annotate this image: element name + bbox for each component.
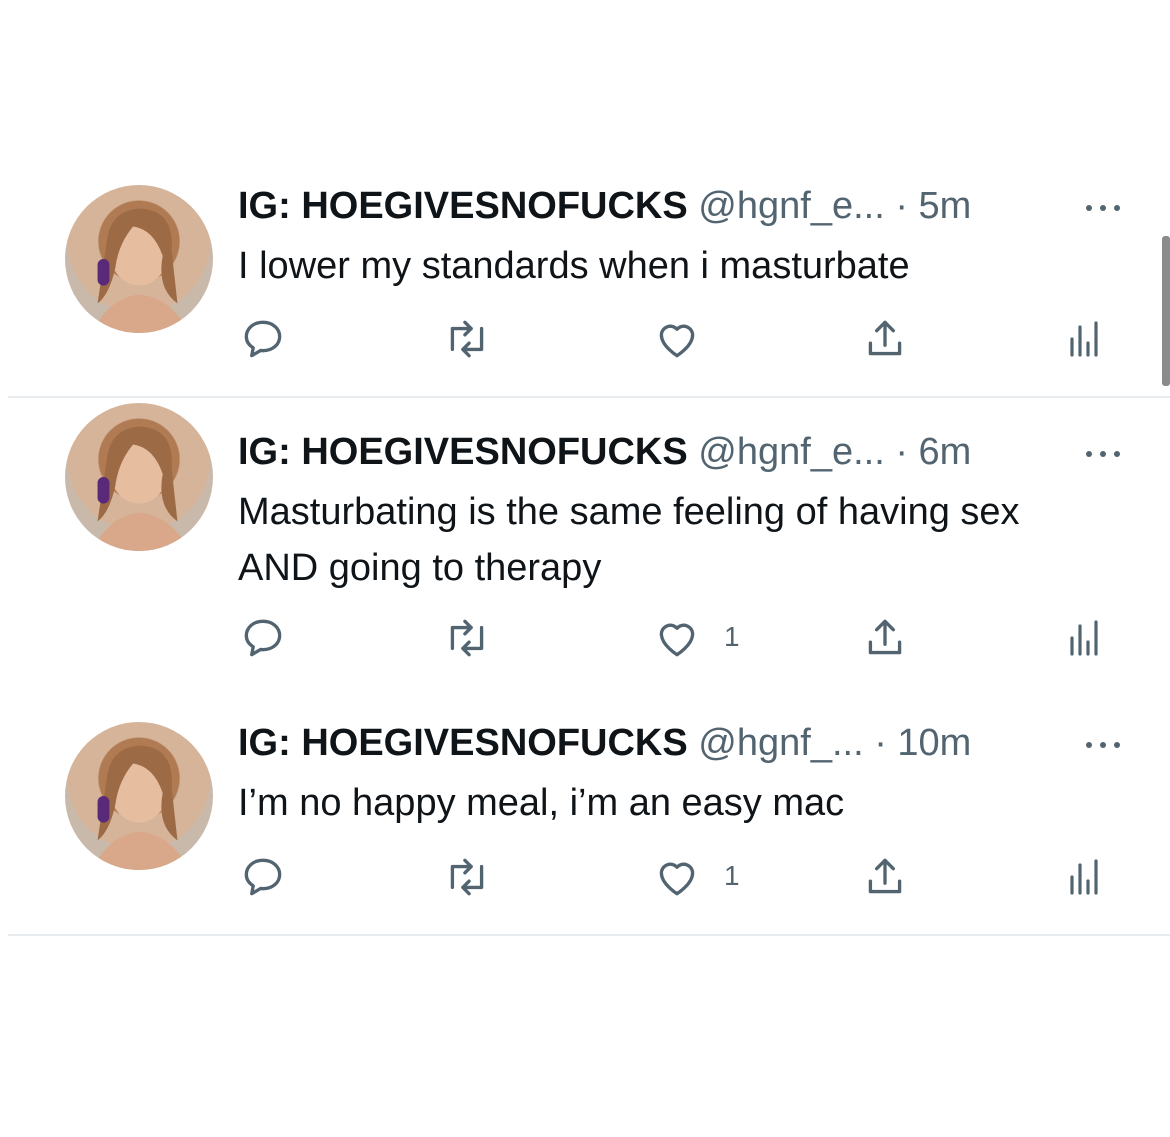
heart-icon	[659, 324, 695, 358]
analytics-button[interactable]	[1064, 314, 1104, 364]
more-icon[interactable]	[1083, 444, 1123, 464]
avatar[interactable]	[65, 722, 213, 870]
tweet-text: Masturbating is the same feeling of havi…	[238, 491, 1020, 589]
analytics-icon	[1070, 859, 1098, 895]
divider	[8, 396, 1170, 398]
like-count: 1	[724, 621, 740, 652]
tweet-actions: 1	[238, 613, 1108, 663]
display-name[interactable]: IG: HOEGIVESNOFUCKS	[238, 431, 688, 473]
analytics-icon	[1070, 321, 1098, 357]
share-icon	[868, 619, 902, 655]
user-handle[interactable]: @hgnf_e...	[698, 185, 884, 227]
retweet-icon	[450, 858, 484, 896]
tweet-header: IG: HOEGIVESNOFUCKS @hgnf_e... · 6m	[238, 428, 971, 476]
heart-icon	[659, 862, 695, 896]
analytics-button[interactable]	[1064, 613, 1104, 663]
timestamp[interactable]: · 5m	[895, 185, 971, 227]
share-icon	[868, 858, 902, 894]
more-icon[interactable]	[1083, 735, 1123, 755]
share-button[interactable]	[860, 314, 910, 364]
retweet-button[interactable]	[442, 613, 492, 663]
retweet-button[interactable]	[442, 314, 492, 364]
reply-icon	[244, 320, 282, 358]
scrollbar[interactable]	[1162, 236, 1170, 386]
reply-button[interactable]	[238, 314, 288, 364]
like-button[interactable]: 1	[652, 852, 740, 902]
retweet-button[interactable]	[442, 852, 492, 902]
heart-icon	[659, 623, 695, 657]
analytics-button[interactable]	[1064, 852, 1104, 902]
tweet-actions	[238, 314, 1108, 364]
timestamp[interactable]: · 6m	[895, 431, 971, 473]
user-handle[interactable]: @hgnf_...	[698, 722, 863, 764]
display-name[interactable]: IG: HOEGIVESNOFUCKS	[238, 185, 688, 227]
reply-icon	[244, 858, 282, 896]
divider	[8, 934, 1170, 936]
tweet-header: IG: HOEGIVESNOFUCKS @hgnf_e... · 5m	[238, 182, 971, 230]
like-button[interactable]	[652, 314, 702, 364]
share-icon	[868, 320, 902, 356]
share-button[interactable]	[860, 852, 910, 902]
share-button[interactable]	[860, 613, 910, 663]
tweet-text: I lower my standards when i masturbate	[238, 245, 910, 287]
tweet-text: I’m no happy meal, i’m an easy mac	[238, 782, 845, 824]
like-count: 1	[724, 860, 740, 891]
avatar[interactable]	[65, 185, 213, 333]
reply-button[interactable]	[238, 613, 288, 663]
reply-button[interactable]	[238, 852, 288, 902]
like-button[interactable]: 1	[652, 613, 740, 663]
avatar[interactable]	[65, 403, 213, 551]
more-icon[interactable]	[1083, 198, 1123, 218]
user-handle[interactable]: @hgnf_e...	[698, 431, 884, 473]
display-name[interactable]: IG: HOEGIVESNOFUCKS	[238, 722, 688, 764]
retweet-icon	[450, 320, 484, 358]
tweet-header: IG: HOEGIVESNOFUCKS @hgnf_... · 10m	[238, 719, 971, 767]
analytics-icon	[1070, 620, 1098, 656]
reply-icon	[244, 619, 282, 657]
retweet-icon	[450, 619, 484, 657]
timestamp[interactable]: · 10m	[874, 722, 971, 764]
tweet-actions: 1	[238, 852, 1108, 902]
